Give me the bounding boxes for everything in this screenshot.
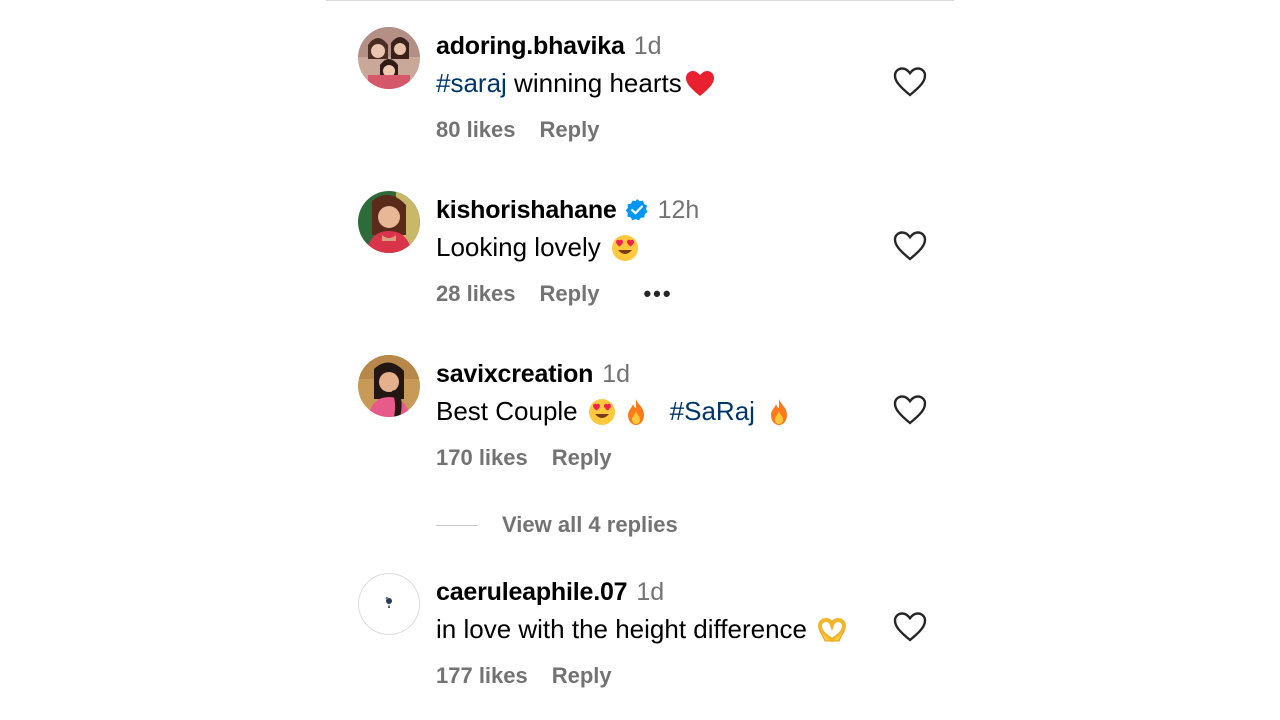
comment-text: Best Couple #SaRaj	[436, 393, 797, 429]
comment-meta: 170 likes Reply	[436, 443, 612, 473]
like-count[interactable]: 28 likes	[436, 279, 516, 309]
comment-item: kishorishahane 12h Looking lovely 28 lik…	[358, 191, 928, 311]
like-count[interactable]: 177 likes	[436, 661, 528, 691]
replies-divider	[436, 524, 478, 526]
fire-emoji	[767, 398, 793, 425]
heart-eyes-emoji	[588, 398, 615, 425]
comment-meta: 177 likes Reply	[436, 661, 612, 691]
comment-body: in love with the height difference	[436, 614, 807, 644]
timestamp[interactable]: 12h	[658, 193, 700, 227]
like-count[interactable]: 170 likes	[436, 443, 528, 473]
comment-meta: 80 likes Reply	[436, 115, 599, 145]
timestamp[interactable]: 1d	[634, 29, 662, 63]
username[interactable]: adoring.bhavika	[436, 29, 625, 63]
reply-button[interactable]: Reply	[540, 115, 600, 145]
view-replies-row[interactable]: View all 4 replies	[436, 510, 678, 540]
like-heart-icon[interactable]	[893, 66, 927, 98]
comment-item: adoring.bhavika 1d #saraj winning hearts…	[358, 27, 928, 147]
username[interactable]: kishorishahane	[436, 193, 617, 227]
comment-body: Best Couple	[436, 396, 578, 426]
like-heart-icon[interactable]	[893, 394, 927, 426]
reply-button[interactable]: Reply	[540, 279, 600, 309]
comment-header: savixcreation 1d	[436, 357, 630, 391]
reply-button[interactable]: Reply	[552, 443, 612, 473]
heart-hands-emoji	[817, 616, 847, 643]
comment-header: adoring.bhavika 1d	[436, 29, 662, 63]
comment-text: Looking lovely	[436, 229, 641, 265]
heart-eyes-emoji	[611, 234, 638, 261]
verified-badge-icon	[625, 199, 648, 221]
like-count[interactable]: 80 likes	[436, 115, 516, 145]
red-heart-emoji	[685, 70, 714, 96]
top-divider	[326, 0, 954, 1]
comment-item: savixcreation 1d Best Couple #SaRaj 170 …	[358, 355, 928, 475]
comment-body: winning hearts	[506, 68, 682, 98]
comment-header: kishorishahane 12h	[436, 193, 699, 227]
avatar[interactable]	[358, 191, 420, 253]
comment-header: caeruleaphile.07 1d	[436, 575, 664, 609]
timestamp[interactable]: 1d	[636, 575, 664, 609]
avatar[interactable]	[358, 27, 420, 89]
fire-emoji	[624, 398, 650, 425]
username[interactable]: savixcreation	[436, 357, 593, 391]
like-heart-icon[interactable]	[893, 230, 927, 262]
hashtag-link[interactable]: #SaRaj	[670, 393, 755, 429]
comment-body: Looking lovely	[436, 232, 601, 262]
reply-button[interactable]: Reply	[552, 661, 612, 691]
username[interactable]: caeruleaphile.07	[436, 575, 628, 609]
comment-text: in love with the height difference	[436, 611, 851, 647]
hashtag-link[interactable]: #saraj	[436, 65, 507, 101]
avatar[interactable]	[358, 573, 420, 635]
comment-text: #saraj winning hearts	[436, 65, 716, 101]
comment-item: caeruleaphile.07 1d in love with the hei…	[358, 573, 928, 693]
timestamp[interactable]: 1d	[602, 357, 630, 391]
view-replies-button[interactable]: View all 4 replies	[502, 510, 678, 540]
like-heart-icon[interactable]	[893, 611, 927, 643]
more-options-icon[interactable]: •••	[643, 279, 672, 309]
avatar[interactable]	[358, 355, 420, 417]
comment-meta: 28 likes Reply •••	[436, 279, 673, 309]
